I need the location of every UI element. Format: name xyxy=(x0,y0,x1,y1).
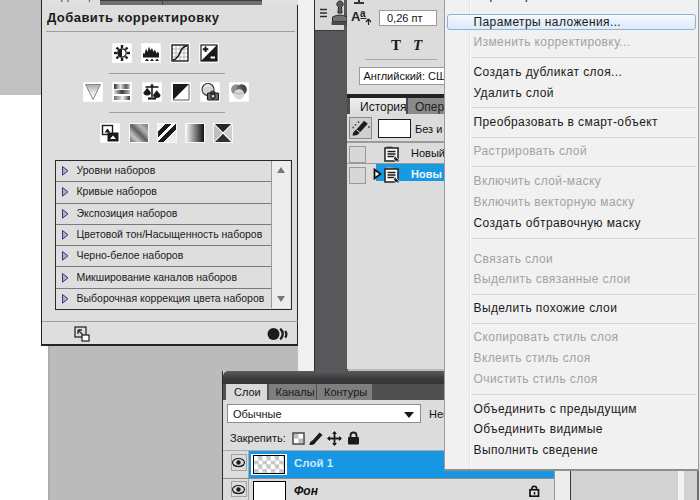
svg-text:a: a xyxy=(360,8,366,19)
